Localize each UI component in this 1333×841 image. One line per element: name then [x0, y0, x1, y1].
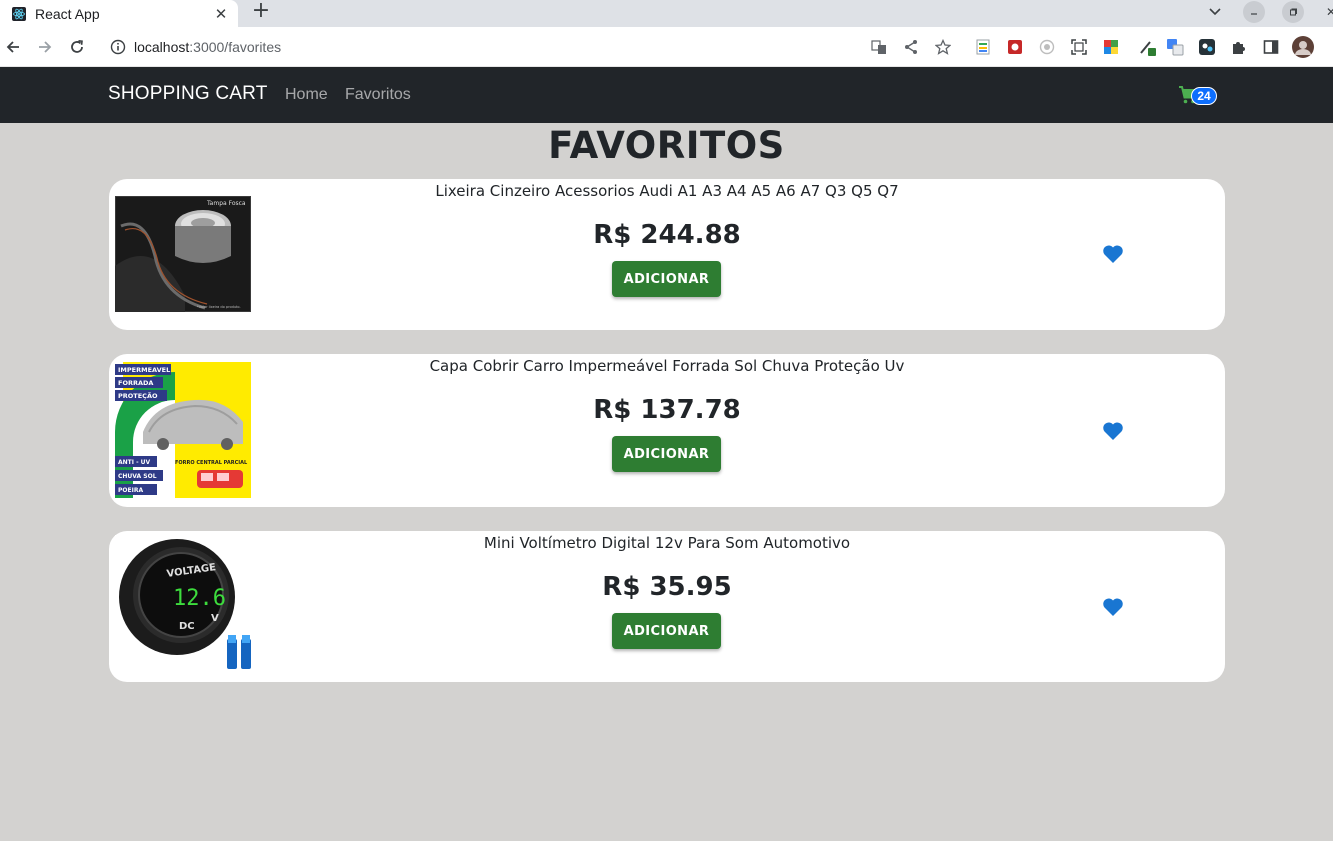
image-tag: POEIRA	[118, 487, 143, 494]
product-title: Mini Voltímetro Digital 12v Para Som Aut…	[483, 534, 851, 552]
product-image: IMPERMEAVEL FORRADA PROTEÇÃO ANTI - UV C…	[115, 362, 251, 498]
tab-close-icon[interactable]: ✕	[212, 5, 230, 23]
navbar-brand[interactable]: SHOPPING CART	[108, 83, 268, 105]
app-navbar: SHOPPING CART Home Favoritos 24	[0, 67, 1333, 123]
translate-page-icon[interactable]	[870, 38, 888, 56]
profile-avatar[interactable]	[1292, 36, 1314, 58]
cart-button[interactable]: 24	[1178, 84, 1220, 108]
bug-extension-icon[interactable]	[1006, 38, 1024, 56]
bookmark-star-icon[interactable]	[934, 38, 952, 56]
product-price: R$ 137.78	[593, 395, 741, 425]
eyedropper-extension-icon[interactable]	[1138, 38, 1156, 56]
reload-icon[interactable]	[66, 36, 88, 58]
product-card: VOLTAGE 12.6 DC V Mini Voltímetro Digita…	[109, 531, 1225, 682]
image-tag: FORRADA	[118, 379, 153, 387]
cart-count-badge: 24	[1191, 87, 1217, 105]
add-to-cart-button[interactable]: ADICIONAR	[612, 436, 721, 472]
google-translate-icon[interactable]	[1166, 38, 1184, 56]
nav-link-favoritos[interactable]: Favoritos	[345, 86, 411, 104]
react-favicon-icon	[12, 6, 26, 21]
url-host: localhost	[134, 39, 190, 55]
site-info-icon[interactable]	[110, 39, 126, 55]
forward-arrow-icon[interactable]	[34, 36, 56, 58]
image-unit-v: V	[211, 613, 219, 624]
product-price: R$ 244.88	[593, 220, 741, 250]
url-path: :3000/favorites	[189, 39, 282, 55]
image-tag: ANTI - UV	[118, 459, 151, 466]
image-unit-dc: DC	[179, 621, 195, 632]
add-to-cart-button[interactable]: ADICIONAR	[612, 261, 721, 297]
tab-title: React App	[35, 5, 100, 22]
color-picker-extension-icon[interactable]	[1102, 38, 1120, 56]
dev-extension-icon[interactable]	[1198, 38, 1216, 56]
product-image: Tampa Fosca *Valor lixeira do produto.	[115, 196, 251, 312]
screenshot-extension-icon[interactable]	[1070, 38, 1088, 56]
back-arrow-icon[interactable]	[2, 36, 24, 58]
add-to-cart-button[interactable]: ADICIONAR	[612, 613, 721, 649]
favorite-heart-icon[interactable]	[1102, 244, 1124, 264]
image-note: *Valor lixeira do produto.	[197, 305, 241, 309]
new-tab-icon[interactable]: +	[250, 0, 272, 24]
nav-link-home[interactable]: Home	[285, 86, 328, 104]
share-icon[interactable]	[902, 38, 920, 56]
product-title: Lixeira Cinzeiro Acessorios Audi A1 A3 A…	[435, 182, 899, 200]
product-card: IMPERMEAVEL FORRADA PROTEÇÃO ANTI - UV C…	[109, 354, 1225, 507]
tab-search-chevron-icon[interactable]	[1204, 1, 1226, 23]
image-tag: CHUVA SOL	[118, 473, 157, 480]
product-title: Capa Cobrir Carro Impermeável Forrada So…	[429, 357, 905, 375]
product-card: Tampa Fosca *Valor lixeira do produto. L…	[109, 179, 1225, 330]
side-panel-icon[interactable]	[1262, 38, 1280, 56]
browser-tabstrip: React App ✕ + ✕	[0, 0, 1333, 27]
sheets-extension-icon[interactable]	[974, 38, 992, 56]
favorite-heart-icon[interactable]	[1102, 597, 1124, 617]
close-window-icon[interactable]: ✕	[1320, 1, 1333, 23]
minimize-icon[interactable]	[1243, 1, 1265, 23]
page-title: FAVORITOS	[548, 124, 785, 167]
product-price: R$ 35.95	[602, 572, 732, 602]
record-extension-icon[interactable]	[1038, 38, 1056, 56]
product-image: VOLTAGE 12.6 DC V	[115, 535, 251, 675]
restore-icon[interactable]	[1282, 1, 1304, 23]
image-label: Tampa Fosca	[206, 200, 246, 207]
browser-tab[interactable]: React App ✕	[0, 0, 238, 27]
favorite-heart-icon[interactable]	[1102, 421, 1124, 441]
extensions-puzzle-icon[interactable]	[1230, 38, 1248, 56]
image-side-label: FORRO CENTRAL PARCIAL	[175, 460, 248, 466]
address-bar[interactable]: localhost:3000/favorites	[100, 32, 960, 62]
browser-toolbar: localhost:3000/favorites	[0, 27, 1333, 67]
